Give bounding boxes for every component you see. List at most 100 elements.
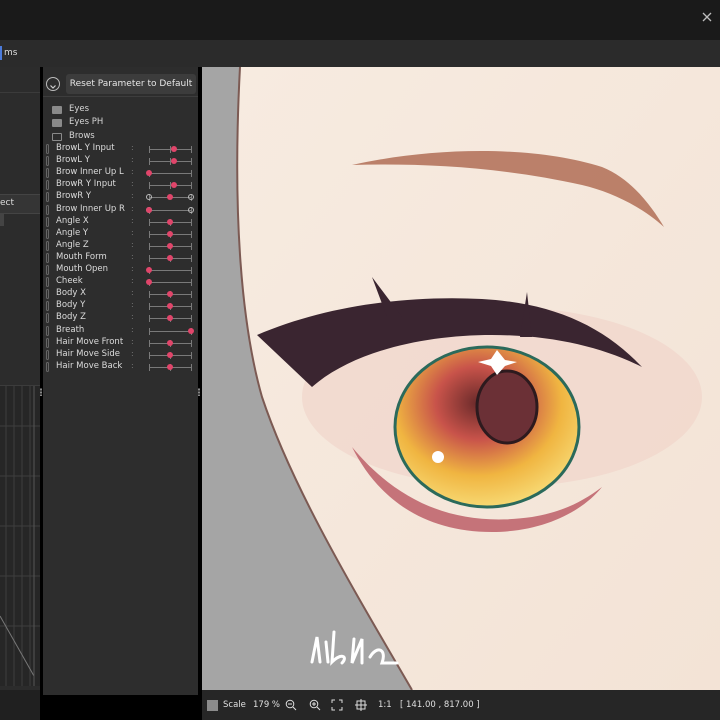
parameter-label: BrowL Y Input	[56, 143, 115, 153]
left-panel-field[interactable]	[0, 214, 4, 226]
tab-parameters[interactable]: ms	[4, 48, 17, 58]
parameter-handle[interactable]	[46, 301, 49, 312]
reset-parameter-button[interactable]: Reset Parameter to Default	[66, 74, 196, 94]
parameter-row[interactable]: Brow Inner Up R:	[44, 204, 197, 216]
parameter-handle[interactable]	[46, 168, 49, 179]
scale-label: Scale	[223, 700, 246, 710]
parameter-handle[interactable]	[46, 325, 49, 336]
parameter-slider-knob[interactable]	[171, 158, 178, 165]
collapse-button[interactable]	[46, 77, 60, 91]
parameter-label: Hair Move Side	[56, 348, 121, 359]
keyform-marker[interactable]	[146, 194, 152, 201]
parameter-slider-knob[interactable]	[167, 218, 173, 225]
parameter-label: Mouth Form	[56, 251, 107, 262]
parameter-slider-track[interactable]	[149, 270, 191, 271]
parameter-slider-track[interactable]	[149, 330, 191, 332]
parameter-slider-knob[interactable]	[171, 182, 178, 189]
parameter-row[interactable]: Body X:	[44, 288, 197, 300]
parameter-slider-knob[interactable]	[167, 242, 173, 249]
parameter-row[interactable]: BrowL Y Input:	[44, 143, 197, 155]
parameter-slider-knob[interactable]	[167, 363, 173, 370]
parameter-separator: :	[131, 360, 134, 370]
parameter-row[interactable]: Angle X:	[44, 216, 197, 228]
slider-tick	[191, 339, 192, 347]
parameter-handle[interactable]	[46, 156, 49, 167]
parameter-row[interactable]: Angle Z:	[44, 240, 197, 252]
parameter-slider-knob[interactable]	[146, 267, 152, 273]
parameter-row[interactable]: Mouth Open:	[44, 264, 197, 276]
parameter-handle[interactable]	[46, 144, 49, 154]
parameter-handle[interactable]	[46, 192, 49, 203]
parameter-slider-knob[interactable]	[146, 279, 152, 286]
splitter-handle[interactable]	[198, 388, 200, 396]
parameter-separator: :	[131, 191, 134, 201]
parameter-label: Angle Z	[56, 239, 89, 250]
parameter-row[interactable]: BrowL Y:	[44, 155, 197, 167]
slider-tick	[149, 158, 150, 166]
parameter-slider-knob[interactable]	[167, 303, 173, 310]
slider-tick	[191, 146, 192, 153]
parameter-row[interactable]: Body Z:	[44, 312, 197, 324]
parameter-slider-knob[interactable]	[146, 206, 152, 213]
parameter-row[interactable]: Hair Move Front:	[44, 337, 197, 349]
parameter-slider-knob[interactable]	[167, 291, 173, 298]
color-swatch[interactable]	[207, 700, 218, 711]
parameter-separator: :	[131, 288, 134, 298]
parameter-slider-knob[interactable]	[171, 146, 178, 152]
keyform-marker[interactable]	[188, 194, 194, 201]
actual-size-button[interactable]: 1:1	[378, 700, 392, 710]
parameter-handle[interactable]	[46, 228, 49, 239]
parameter-row[interactable]: Angle Y:	[44, 228, 197, 240]
parameter-slider-track[interactable]	[149, 209, 191, 211]
slider-tick	[191, 182, 192, 190]
close-icon[interactable]	[698, 8, 716, 26]
parameter-slider-knob[interactable]	[146, 170, 152, 177]
crosshair-icon[interactable]	[355, 699, 367, 711]
parameter-label: Angle Y	[56, 227, 89, 238]
parameter-slider-knob[interactable]	[167, 254, 173, 261]
keyform-marker[interactable]	[188, 206, 194, 213]
parameter-handle[interactable]	[46, 240, 49, 251]
fit-to-window-icon[interactable]	[331, 699, 343, 711]
zoom-out-icon[interactable]	[285, 699, 297, 711]
slider-tick	[191, 351, 192, 359]
slider-tick	[191, 218, 192, 226]
curve-graph[interactable]	[0, 385, 40, 686]
parameter-handle[interactable]	[46, 313, 49, 324]
zoom-in-icon[interactable]	[309, 699, 321, 711]
parameter-handle[interactable]	[46, 204, 49, 215]
parameter-slider-knob[interactable]	[188, 327, 194, 334]
parameter-separator: :	[131, 348, 134, 358]
parameter-separator: :	[131, 203, 134, 213]
parameter-row[interactable]: Hair Move Back:	[44, 361, 197, 373]
parameter-row[interactable]: BrowR Y:	[44, 191, 197, 203]
parameter-handle[interactable]	[46, 349, 49, 360]
parameter-handle[interactable]	[46, 277, 49, 288]
parameter-handle[interactable]	[46, 216, 49, 227]
parameter-slider-knob[interactable]	[167, 194, 173, 201]
splitter-handle[interactable]	[40, 388, 42, 396]
parameter-slider-track[interactable]	[149, 173, 191, 175]
parameter-slider-knob[interactable]	[167, 230, 173, 237]
parameter-handle[interactable]	[46, 337, 49, 348]
parameter-handle[interactable]	[46, 265, 49, 275]
parameter-row[interactable]: Brow Inner Up L:	[44, 167, 197, 179]
slider-tick	[149, 146, 150, 153]
parameter-slider-knob[interactable]	[167, 339, 173, 346]
parameter-handle[interactable]	[46, 180, 49, 191]
parameter-row[interactable]: BrowR Y Input:	[44, 179, 197, 191]
left-panel-label: ect	[0, 198, 15, 208]
parameter-row[interactable]: Cheek:	[44, 276, 197, 288]
parameter-handle[interactable]	[46, 252, 49, 263]
parameter-row[interactable]: Hair Move Side:	[44, 349, 197, 361]
parameter-handle[interactable]	[46, 289, 49, 300]
parameter-handle[interactable]	[46, 361, 49, 372]
parameter-row[interactable]: Breath:	[44, 325, 197, 337]
canvas-viewport[interactable]	[202, 67, 720, 690]
parameter-row[interactable]: Mouth Form:	[44, 252, 197, 264]
parameter-slider-track[interactable]	[149, 282, 191, 284]
divider	[0, 92, 40, 93]
parameter-row[interactable]: Body Y:	[44, 300, 197, 312]
parameter-slider-knob[interactable]	[167, 351, 173, 358]
parameter-slider-knob[interactable]	[167, 315, 173, 322]
